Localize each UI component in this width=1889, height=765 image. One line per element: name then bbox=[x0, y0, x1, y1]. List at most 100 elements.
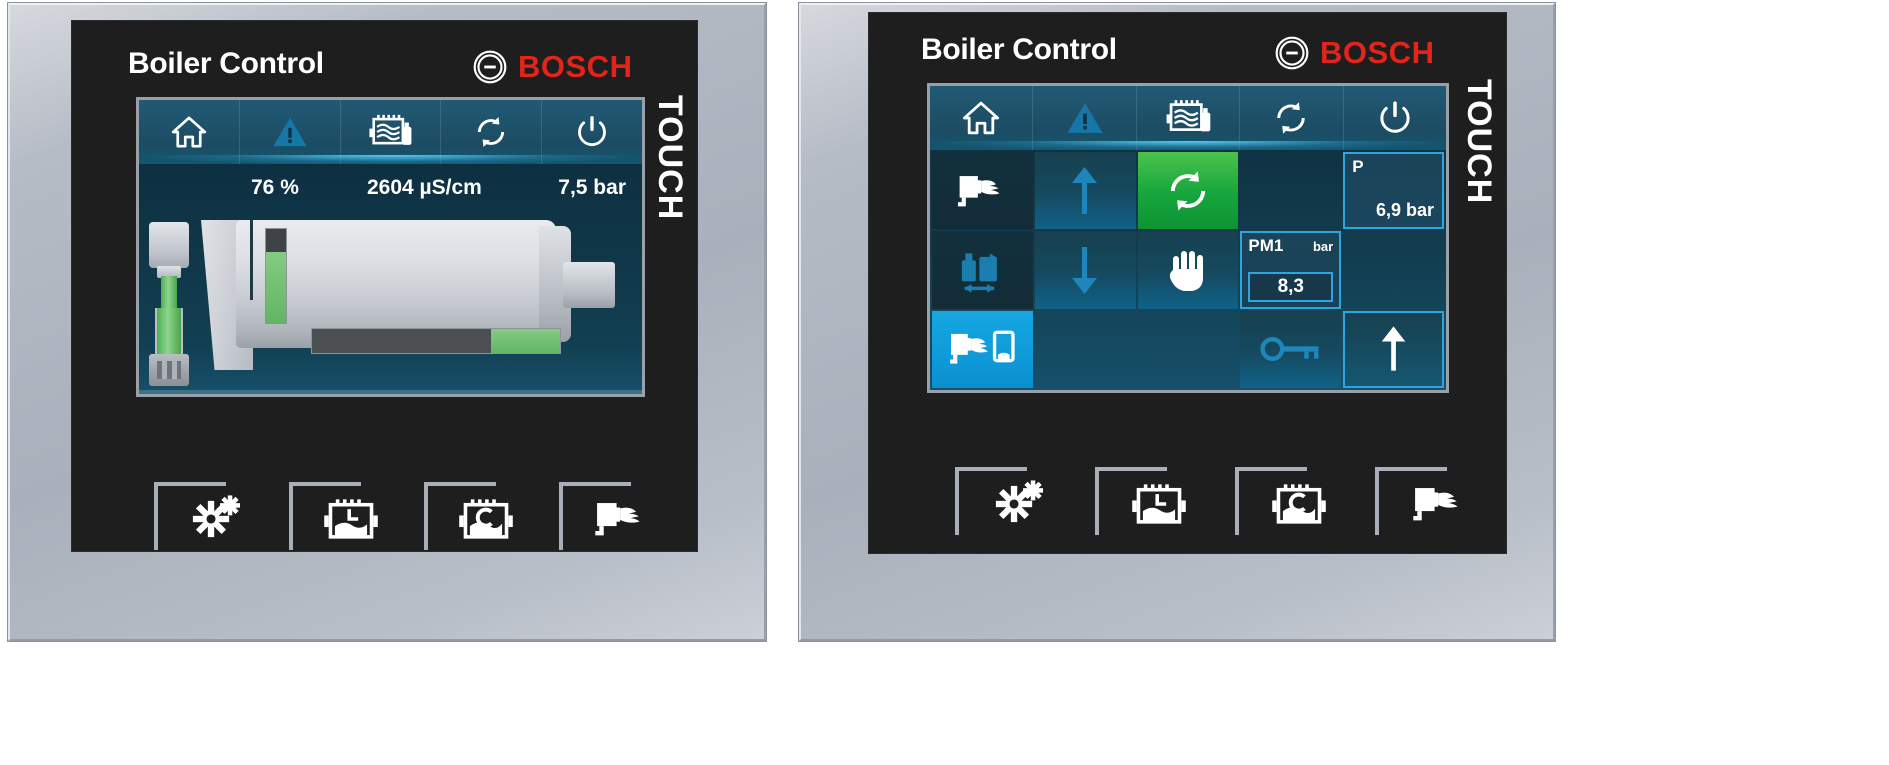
touch-label-left: TOUCH bbox=[651, 95, 689, 221]
nav-alarm-right[interactable] bbox=[1033, 86, 1137, 150]
hmi-navbar-left bbox=[139, 100, 642, 165]
feed-pipe-upper bbox=[161, 276, 177, 310]
bosch-wordmark: BOSCH bbox=[518, 49, 633, 84]
burner-flame-icon bbox=[590, 493, 652, 545]
trend-recorder-icon bbox=[1163, 96, 1213, 140]
spacer-cell-1 bbox=[1240, 152, 1341, 229]
pump-valve bbox=[149, 354, 189, 386]
bosch-supergraphic-icon bbox=[1274, 35, 1310, 71]
pm1-pressure-readout[interactable]: PM1 bar 8,3 bbox=[1240, 231, 1342, 309]
bosch-supergraphic-icon bbox=[472, 49, 508, 85]
hwkey-conductivity-left[interactable] bbox=[418, 476, 553, 562]
pm1-label: PM1 bbox=[1248, 236, 1284, 256]
feed-pipe-lower bbox=[155, 308, 183, 358]
conductivity-bargraph bbox=[311, 328, 561, 354]
manual-hand-button[interactable] bbox=[1137, 231, 1239, 309]
hmi-screen-left[interactable]: 76 % 2604 µS/cm 7,5 bar bbox=[136, 97, 645, 397]
refresh-cycle-icon bbox=[1270, 97, 1312, 139]
tank-exchange-icon bbox=[954, 244, 1010, 296]
boiler-outlet-nozzle bbox=[563, 262, 615, 308]
nav-trend-left[interactable] bbox=[341, 100, 442, 164]
boiler-level-L-icon bbox=[322, 494, 380, 544]
boiler-level-L-icon bbox=[1130, 479, 1188, 529]
snowflake-burner-icon bbox=[187, 490, 245, 548]
spacer-cell-2 bbox=[1343, 231, 1444, 308]
hwkey-burner-right[interactable] bbox=[1369, 461, 1509, 547]
pressure-setpoint-label: P bbox=[1352, 157, 1364, 176]
page-title-right: Boiler Control bbox=[921, 33, 1117, 66]
hwkey-burner-left[interactable] bbox=[553, 476, 688, 562]
conductivity-readout: 2604 µS/cm bbox=[367, 176, 482, 199]
boiler-seam bbox=[250, 220, 253, 300]
arrow-up-button[interactable] bbox=[1034, 152, 1136, 230]
hwkey-conductivity-right[interactable] bbox=[1229, 461, 1369, 547]
refresh-cycle-icon bbox=[471, 112, 511, 152]
nav-home-left[interactable] bbox=[139, 100, 240, 164]
burner-flame-icon bbox=[953, 167, 1011, 215]
hwkey-level-right[interactable] bbox=[1089, 461, 1229, 547]
burner-flame-button[interactable] bbox=[932, 152, 1033, 230]
pm1-unit: bar bbox=[1312, 239, 1334, 255]
boiler-conductivity-C-icon bbox=[1270, 479, 1328, 529]
hwkey-frost-right[interactable] bbox=[949, 461, 1089, 547]
page-title-left: Boiler Control bbox=[128, 47, 324, 80]
bosch-logo-right: BOSCH bbox=[1274, 35, 1434, 71]
nav-power-right[interactable] bbox=[1344, 86, 1446, 150]
device-glass-right: Boiler Control BOSCH TOUCH P 6,9 bar PM1… bbox=[869, 13, 1506, 553]
alarm-warning-icon bbox=[1064, 97, 1106, 139]
arrow-down-icon bbox=[1068, 243, 1102, 297]
hand-icon bbox=[1166, 246, 1210, 294]
conductivity-bargraph-fill bbox=[490, 329, 560, 353]
nav-reset-left[interactable] bbox=[441, 100, 543, 164]
nav-power-left[interactable] bbox=[542, 100, 642, 164]
arrow-down-button[interactable] bbox=[1034, 231, 1136, 309]
pm1-value-field[interactable]: 8,3 bbox=[1248, 271, 1334, 302]
home-icon bbox=[169, 112, 209, 152]
power-icon bbox=[572, 112, 612, 152]
refresh-cycle-icon bbox=[1162, 165, 1214, 217]
pressure-setpoint-cell: P 6,9 bar bbox=[1343, 152, 1444, 230]
home-icon bbox=[960, 97, 1002, 139]
screenshot-root: Boiler Control BOSCH TOUCH 76 % 2604 µS/… bbox=[0, 0, 1889, 765]
nav-reset-right[interactable] bbox=[1240, 86, 1344, 150]
key-access-button[interactable] bbox=[1240, 310, 1342, 388]
boiler-conductivity-C-icon bbox=[457, 494, 515, 544]
spacer-cell-4 bbox=[1138, 311, 1239, 388]
hwkey-level-left[interactable] bbox=[283, 476, 418, 562]
burner-control-active-button[interactable] bbox=[932, 310, 1033, 388]
arrow-up-icon bbox=[1068, 164, 1102, 218]
hardware-key-row-right bbox=[949, 461, 1509, 547]
hmi-device-right: Boiler Control BOSCH TOUCH P 6,9 bar PM1… bbox=[798, 2, 1556, 642]
hwkey-frost-left[interactable] bbox=[148, 476, 283, 562]
boiler-base-shadow bbox=[139, 390, 642, 394]
device-glass-left: Boiler Control BOSCH TOUCH 76 % 2604 µS/… bbox=[72, 21, 697, 551]
nav-trend-right[interactable] bbox=[1137, 86, 1241, 150]
boiler-diagram bbox=[139, 216, 642, 394]
cycle-running-button[interactable] bbox=[1137, 152, 1239, 230]
spacer-cell-3 bbox=[1035, 311, 1136, 388]
level-percent-readout: 76 % bbox=[251, 176, 299, 199]
burner-panel-icon bbox=[946, 326, 1018, 372]
burner-flame-icon bbox=[1408, 478, 1470, 530]
hmi-body-left: 76 % 2604 µS/cm 7,5 bar bbox=[139, 164, 642, 394]
pm1-header: PM1 bar bbox=[1248, 236, 1333, 256]
pump-motor-head bbox=[149, 222, 189, 268]
snowflake-burner-icon bbox=[990, 475, 1048, 533]
trend-recorder-icon bbox=[366, 111, 414, 153]
feedwater-tank-button[interactable] bbox=[932, 231, 1033, 309]
water-level-gauge-fill bbox=[266, 251, 286, 323]
pressure-setpoint-readout[interactable]: P 6,9 bar bbox=[1343, 152, 1444, 230]
hardware-key-row-left bbox=[148, 476, 688, 562]
hmi-screen-right[interactable]: P 6,9 bar PM1 bar 8,3 bbox=[927, 83, 1449, 393]
hmi-device-left: Boiler Control BOSCH TOUCH 76 % 2604 µS/… bbox=[7, 2, 767, 642]
nav-alarm-left[interactable] bbox=[240, 100, 341, 164]
back-up-button[interactable] bbox=[1343, 310, 1444, 388]
pm1-value: 8,3 bbox=[1277, 275, 1304, 297]
power-icon bbox=[1374, 97, 1416, 139]
nav-home-right[interactable] bbox=[930, 86, 1034, 150]
key-icon bbox=[1260, 332, 1322, 366]
water-level-gauge bbox=[265, 228, 287, 324]
touch-label-right: TOUCH bbox=[1460, 79, 1498, 205]
pm1-readout-cell: PM1 bar 8,3 bbox=[1240, 231, 1342, 309]
bosch-logo-left: BOSCH bbox=[472, 49, 632, 85]
